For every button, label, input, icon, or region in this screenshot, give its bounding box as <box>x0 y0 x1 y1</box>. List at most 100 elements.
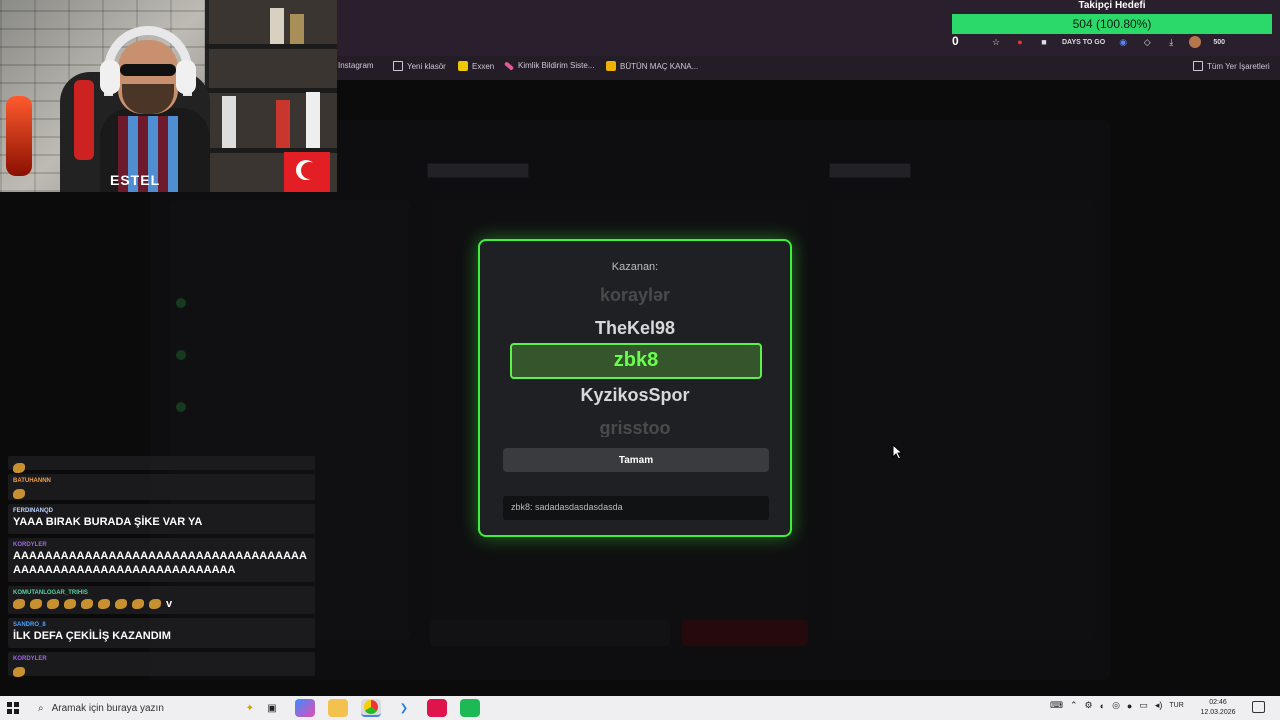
follower-goal-fill: 504 (100.80%) <box>952 14 1272 34</box>
audio-icon[interactable]: ◉ <box>1117 35 1129 49</box>
chair-stripe <box>74 80 94 160</box>
tray-icon[interactable]: ◐ <box>1100 701 1105 711</box>
book <box>276 100 290 148</box>
reel-item: koraylər <box>599 285 671 305</box>
extension-white-icon[interactable]: ■ <box>1038 35 1050 49</box>
app-red-icon[interactable] <box>427 699 447 717</box>
chat-username: SANDRO_8 <box>13 622 46 628</box>
emote-icon <box>115 599 127 610</box>
network-icon[interactable]: ▭ <box>1139 700 1148 711</box>
chat-username: KORDYLER <box>13 656 47 662</box>
mouse-cursor-icon <box>892 444 904 460</box>
volume-icon[interactable]: ◂) <box>1155 700 1163 711</box>
chat-username: KORDYLER <box>13 542 47 548</box>
dimmed-dot <box>176 402 186 412</box>
bookmark-yeni-klasor[interactable]: Yeni klasör <box>393 61 446 71</box>
dimmed-right <box>830 200 1095 640</box>
taskbar-clock[interactable]: 02:46 12.03.2026 <box>1198 698 1238 718</box>
taskbar-search[interactable]: ⌕ Aramak için buraya yazın ✦ <box>30 697 254 719</box>
extension-red-icon[interactable]: ● <box>1014 35 1026 49</box>
dimmed-button-red <box>682 620 808 646</box>
search-placeholder: Aramak için buraya yazın <box>51 702 164 714</box>
copilot-icon[interactable] <box>295 699 315 717</box>
dimmed-dot <box>176 350 186 360</box>
follower-goal-title: Takipçi Hedefi <box>1078 0 1146 11</box>
bookmark-label: Yeni klasör <box>407 61 446 71</box>
winner-modal: Kazanan: koraylər TheKel98 KyzikosSpor g… <box>478 239 792 537</box>
stream-screen: ▇▇▇▇▇▇▇▇▇▇ ▇▇▇▇▇▇▇▇ 0 ☆ ● ■ DAYS TO GO ◉… <box>0 0 1280 720</box>
bookmark-instagram[interactable]: Instagram <box>338 61 374 70</box>
bookmark-label: Instagram <box>338 61 374 70</box>
task-view-icon[interactable]: ▣ <box>262 699 282 717</box>
chat-message: SANDRO_8 İLK DEFA ÇEKİLİŞ KAZANDIM <box>8 618 315 648</box>
headphone-cup-left <box>100 60 120 94</box>
emote-icon <box>13 666 25 677</box>
language-indicator[interactable]: TUR <box>1169 702 1183 709</box>
modal-title: Kazanan: <box>611 261 659 273</box>
all-bookmarks[interactable]: Tüm Yer İşaretleri <box>1193 61 1270 71</box>
emote-icon <box>98 599 110 610</box>
taskbar-apps: ▣ ❯ <box>262 699 480 717</box>
follower-count: 0 <box>952 34 959 48</box>
emote-icon <box>13 599 25 610</box>
bookmark-butun-mac[interactable]: BÜTÜN MAÇ KANA... <box>606 61 698 71</box>
microphone <box>6 96 32 176</box>
system-tray: ⌨ ⌃ ⚙ ◐ ◎ ● ▭ ◂) TUR <box>1050 700 1184 711</box>
emote-icon <box>47 599 59 610</box>
microphone-icon[interactable]: ● <box>1127 701 1132 711</box>
days-to-go-badge[interactable]: DAYS TO GO <box>1062 35 1105 49</box>
star-icon[interactable]: ☆ <box>990 35 1002 49</box>
pen-icon <box>503 60 515 71</box>
tray-icon[interactable]: ⚙ <box>1085 700 1093 711</box>
book <box>306 92 320 148</box>
notification-icon[interactable] <box>1252 701 1265 713</box>
chat-message: KORDYLER AAAAAAAAAAAAAAAAAAAAAAAAAAAAAAA… <box>8 538 315 582</box>
bookmark-label: Kimlik Bildirim Siste... <box>518 61 595 70</box>
follower-goal-text: 504 (100.80%) <box>1072 17 1152 31</box>
keyboard-icon[interactable]: ⌨ <box>1050 700 1063 711</box>
chrome-icon[interactable] <box>361 699 381 717</box>
start-button[interactable] <box>7 702 19 714</box>
file-explorer-icon[interactable] <box>328 699 348 717</box>
emote-row <box>13 598 166 610</box>
chat-text: v <box>13 597 310 611</box>
dimmed-button <box>430 620 670 646</box>
tray-icon[interactable]: ◎ <box>1112 700 1120 711</box>
chat-text-suffix: v <box>166 598 173 610</box>
ok-button[interactable]: Tamam <box>503 448 769 472</box>
all-bookmarks-label: Tüm Yer İşaretleri <box>1207 61 1270 71</box>
emote-icon <box>81 599 93 610</box>
chat-text: AAAAAAAAAAAAAAAAAAAAAAAAAAAAAAAAAAAAAAAA… <box>13 550 307 576</box>
chat-text: YAAA BIRAK BURADA ŞİKE VAR YA <box>13 516 203 528</box>
headphone-cup-right <box>176 60 196 94</box>
flag-crescent-cut <box>301 162 318 179</box>
reel-item: KyzikosSpor <box>580 385 690 405</box>
app-green-icon[interactable] <box>460 699 480 717</box>
shelf-board <box>205 44 337 49</box>
chat-username: BATUHANNN <box>13 478 51 484</box>
emote-icon <box>64 599 76 610</box>
emote-icon <box>132 599 144 610</box>
bookmark-exxen[interactable]: Exxen <box>458 61 494 71</box>
clock-time: 02:46 <box>1209 699 1227 706</box>
reel-item: TheKel98 <box>594 318 676 338</box>
bookmark-kimlik[interactable]: Kimlik Bildirim Siste... <box>503 60 595 71</box>
chevron-up-icon[interactable]: ⌃ <box>1070 700 1078 711</box>
taskbar: ⌕ Aramak için buraya yazın ✦ ▣ ❯ ⌨ ⌃ ⚙ ◐… <box>0 696 1280 720</box>
avatar[interactable] <box>1189 36 1202 48</box>
chat-username: KOMUTANLOGAR_TRIHIS <box>13 590 88 596</box>
download-icon[interactable]: ⤓ <box>1165 35 1177 49</box>
search-icon: ⌕ <box>38 702 44 714</box>
chat-message: BATUHANNN <box>8 474 315 500</box>
sparkle-icon: ✦ <box>245 702 254 714</box>
shirt-text: ESTEL <box>110 172 161 188</box>
chat-message: KOMUTANLOGAR_TRIHIS v <box>8 586 315 614</box>
exxen-icon <box>458 61 468 71</box>
chat-message: FERDINANQD YAAA BIRAK BURADA ŞİKE VAR YA <box>8 504 315 534</box>
vscode-icon[interactable]: ❯ <box>394 699 414 717</box>
puzzle-icon[interactable]: ◇ <box>1141 35 1153 49</box>
follower-goal-bar: 504 (100.80%) <box>952 14 1272 34</box>
emote-icon <box>13 488 25 499</box>
dimmed-dot <box>176 298 186 308</box>
profile-badge[interactable]: 500 <box>1213 35 1225 49</box>
